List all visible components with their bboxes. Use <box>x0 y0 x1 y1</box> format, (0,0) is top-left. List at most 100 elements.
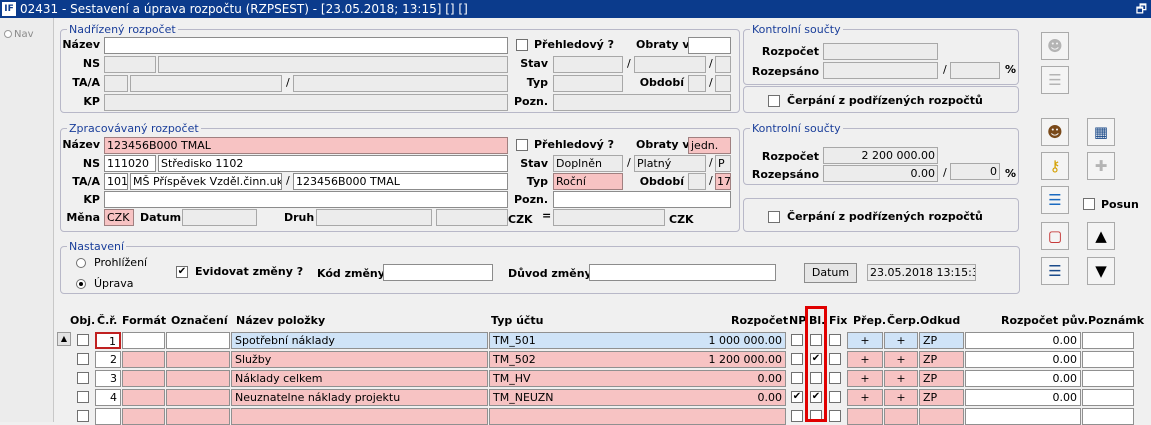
sup-ta-name-field[interactable] <box>130 75 282 92</box>
cell-odkud[interactable] <box>919 408 964 425</box>
cell-puvodni[interactable]: 0.00 <box>965 389 1081 406</box>
calendar-icon[interactable]: ▢ <box>1041 222 1069 250</box>
np-checkbox[interactable] <box>791 334 803 346</box>
sup-percent-field[interactable] <box>950 62 1000 79</box>
tree-icon[interactable]: ☰ <box>1041 186 1069 214</box>
cell-format[interactable] <box>122 332 165 349</box>
cell-cr[interactable]: 1 <box>95 332 121 349</box>
sup-ns-name-field[interactable] <box>158 56 508 73</box>
cell-oznaceni[interactable] <box>166 370 230 387</box>
cell-puvodni[interactable]: 0.00 <box>965 351 1081 368</box>
cur-percent-field[interactable]: 0 <box>950 163 1000 180</box>
cell-nazev[interactable]: Spotřební náklady <box>231 332 488 349</box>
cell-prep[interactable]: + <box>847 389 883 406</box>
sup-kp-field[interactable] <box>104 94 508 111</box>
sup-cerpani-checkbox[interactable] <box>768 95 780 107</box>
cell-odkud[interactable]: ZP <box>919 389 964 406</box>
sup-stav3-field[interactable] <box>715 56 731 73</box>
cell-typ[interactable] <box>489 408 786 425</box>
cell-cr[interactable] <box>95 408 121 425</box>
cur-obdobi2-field[interactable]: 17 <box>715 173 731 190</box>
np-checkbox[interactable] <box>791 410 803 422</box>
tree-disabled-icon[interactable]: ☰ <box>1041 66 1069 94</box>
fix-checkbox[interactable] <box>829 410 841 422</box>
restore-window-icon[interactable]: 🗗 <box>1136 0 1147 18</box>
cur-prehledovy-checkbox[interactable] <box>516 139 528 151</box>
obj-checkbox[interactable] <box>77 391 89 403</box>
cell-rozpocet[interactable]: 1 000 000.00 <box>640 332 786 349</box>
cell-puvodni[interactable] <box>965 408 1081 425</box>
cell-poznamka[interactable] <box>1082 408 1134 425</box>
person-disabled-icon[interactable]: ☻ <box>1041 32 1069 60</box>
sup-obdobi2-field[interactable] <box>715 75 731 92</box>
np-checkbox[interactable] <box>791 372 803 384</box>
cur-kp-field[interactable] <box>104 191 508 208</box>
sup-typ-field[interactable] <box>553 75 623 92</box>
cell-nazev[interactable]: Neuznatelne náklady projektu <box>231 389 488 406</box>
cur-obraty-field[interactable]: jedn. <box>688 137 731 154</box>
sup-ta-budget-field[interactable] <box>293 75 508 92</box>
cur-nazev-field[interactable]: 123456B000 TMAL <box>104 137 508 154</box>
cell-oznaceni[interactable] <box>166 389 230 406</box>
sup-stav2-field[interactable] <box>634 56 706 73</box>
sup-obraty-field[interactable] <box>688 37 731 54</box>
posun-checkbox[interactable] <box>1083 198 1095 210</box>
cell-cr[interactable]: 2 <box>95 351 121 368</box>
move-down-button[interactable]: ▼ <box>1087 257 1115 285</box>
cell-nazev[interactable]: Služby <box>231 351 488 368</box>
cell-nazev[interactable] <box>231 408 488 425</box>
cell-prep[interactable] <box>847 408 883 425</box>
cur-stav-field[interactable]: Doplněn <box>553 155 623 172</box>
grid-scroll-up-button[interactable]: ▲ <box>57 332 71 346</box>
uprava-radio[interactable] <box>76 279 86 289</box>
cell-format[interactable] <box>122 370 165 387</box>
cur-ta-code-field[interactable]: 101 <box>104 173 128 190</box>
cell-rozpocet[interactable]: 0.00 <box>640 370 786 387</box>
sup-ta-code-field[interactable] <box>104 75 128 92</box>
evidovat-checkbox[interactable]: ✔ <box>176 266 188 278</box>
cell-prep[interactable]: + <box>847 351 883 368</box>
cur-obdobi1-field[interactable] <box>688 173 706 190</box>
cur-rate-field[interactable] <box>553 209 665 226</box>
datum-value-field[interactable]: 23.05.2018 13:15:34 <box>867 264 976 281</box>
cur-cerpani-checkbox[interactable] <box>768 211 780 223</box>
key-icon[interactable]: ⚷ <box>1041 152 1069 180</box>
cell-nazev[interactable]: Náklady celkem <box>231 370 488 387</box>
cell-cerp[interactable]: + <box>884 370 918 387</box>
cell-oznaceni[interactable] <box>166 351 230 368</box>
cur-datum-field[interactable] <box>182 209 257 226</box>
cur-pozn-field[interactable] <box>553 191 731 208</box>
cell-format[interactable] <box>122 408 165 425</box>
obj-checkbox[interactable] <box>77 372 89 384</box>
cell-oznaceni[interactable] <box>166 332 230 349</box>
datum-button[interactable]: Datum <box>804 263 857 283</box>
cell-format[interactable] <box>122 389 165 406</box>
cur-stav2-field[interactable]: Platný <box>634 155 706 172</box>
sup-pozn-field[interactable] <box>553 94 731 111</box>
nav-radio[interactable]: Nav <box>4 29 34 40</box>
prohlizeni-radio[interactable] <box>76 258 86 268</box>
cur-druh2-field[interactable] <box>436 209 508 226</box>
cell-poznamka[interactable] <box>1082 389 1134 406</box>
cell-cerp[interactable]: + <box>884 389 918 406</box>
add-row-disabled-icon[interactable]: ✚ <box>1087 152 1115 180</box>
obj-checkbox[interactable] <box>77 410 89 422</box>
cell-cerp[interactable] <box>884 408 918 425</box>
cur-typ-field[interactable]: Roční <box>553 173 623 190</box>
cur-rozepsano-field[interactable]: 0.00 <box>823 165 938 182</box>
fix-checkbox[interactable] <box>829 372 841 384</box>
cur-ns-name-field[interactable]: Středisko 1102 <box>158 155 508 172</box>
sup-nazev-field[interactable] <box>104 37 508 54</box>
sup-rozpocet-field[interactable] <box>823 43 938 60</box>
np-checkbox[interactable] <box>791 353 803 365</box>
fix-checkbox[interactable] <box>829 391 841 403</box>
sup-ns-code-field[interactable] <box>104 56 156 73</box>
cell-prep[interactable]: + <box>847 332 883 349</box>
cell-cr[interactable]: 3 <box>95 370 121 387</box>
sup-rozepsano-field[interactable] <box>823 62 938 79</box>
obj-checkbox[interactable] <box>77 334 89 346</box>
move-up-button[interactable]: ▲ <box>1087 222 1115 250</box>
cell-rozpocet[interactable]: 0.00 <box>640 389 786 406</box>
cur-stav3-field[interactable]: P <box>715 155 731 172</box>
fix-checkbox[interactable] <box>829 353 841 365</box>
